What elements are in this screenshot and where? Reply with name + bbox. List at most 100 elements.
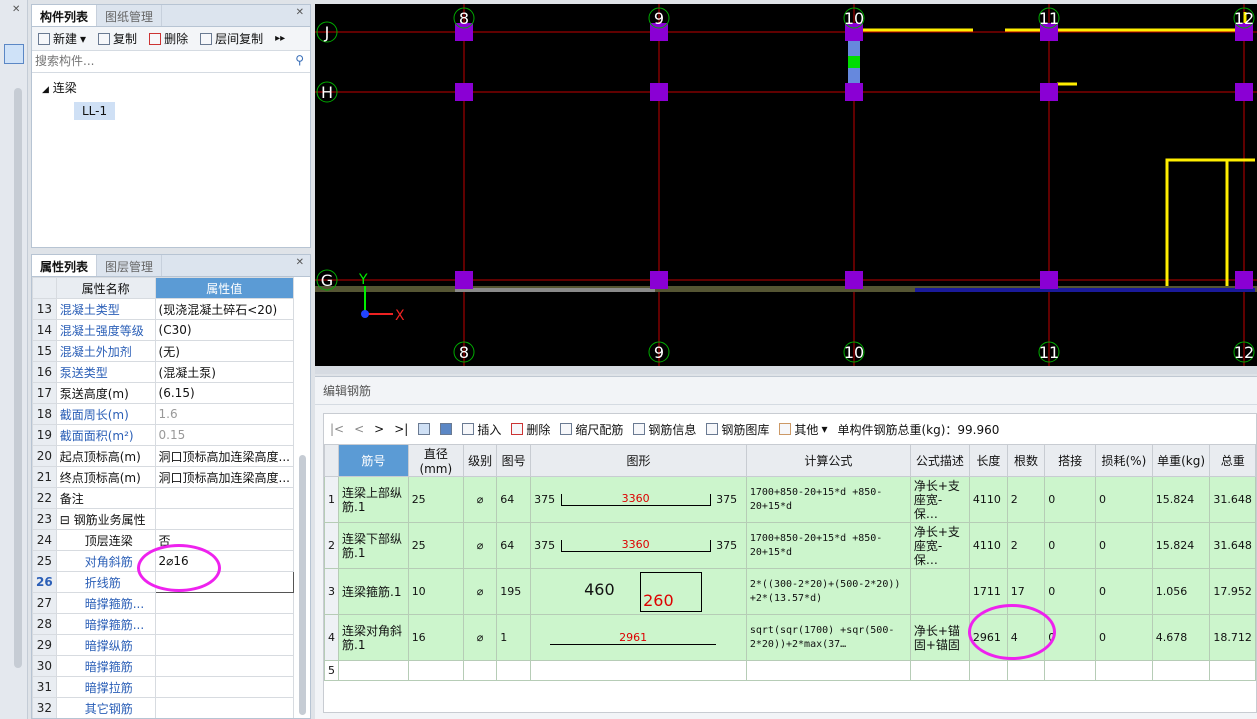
- column-header[interactable]: 根数: [1006, 444, 1046, 477]
- diameter[interactable]: 16: [407, 614, 464, 661]
- unit-weight[interactable]: [1151, 660, 1211, 681]
- property-row[interactable]: 13 混凝土类型 (现浇混凝土碎石<20): [32, 298, 295, 320]
- property-row[interactable]: 29 暗撑纵筋: [32, 634, 295, 656]
- figure-no[interactable]: 1: [496, 614, 532, 661]
- diameter[interactable]: [407, 660, 464, 681]
- column-header[interactable]: 公式描述: [909, 444, 970, 477]
- property-row[interactable]: 32 其它钢筋: [32, 697, 295, 718]
- formula-desc[interactable]: 净长+支座宽-保…: [909, 522, 970, 569]
- property-row[interactable]: 23 ⊟ 钢筋业务属性: [32, 508, 295, 530]
- left-scrollbar[interactable]: [14, 88, 22, 668]
- formula[interactable]: sqrt(sqr(1700) +sqr(500-2*20))+2*max(37…: [745, 614, 911, 661]
- search-icon[interactable]: ⚲: [295, 53, 304, 67]
- loss[interactable]: 0: [1094, 568, 1153, 615]
- formula-desc[interactable]: 净长+锚固+锚固: [909, 614, 970, 661]
- copy-button[interactable]: 复制: [98, 30, 137, 47]
- total-weight-cell[interactable]: 17.952: [1209, 568, 1256, 615]
- scale-rebar-button[interactable]: 缩尺配筋: [560, 421, 623, 438]
- property-value[interactable]: [154, 613, 295, 635]
- delete-button[interactable]: 删除: [149, 30, 188, 47]
- tab-layer-management[interactable]: 图层管理: [97, 255, 163, 276]
- total-weight-cell[interactable]: 31.648: [1209, 522, 1256, 569]
- lap[interactable]: [1044, 660, 1096, 681]
- column-header[interactable]: 长度: [968, 444, 1008, 477]
- nav-prev-icon[interactable]: <: [354, 422, 364, 436]
- column-header[interactable]: 筋号: [338, 444, 409, 477]
- unit-weight[interactable]: 1.056: [1151, 568, 1211, 615]
- loss[interactable]: 0: [1094, 614, 1153, 661]
- count[interactable]: 2: [1006, 476, 1046, 523]
- diameter[interactable]: 25: [407, 522, 464, 569]
- rebar-delete-button[interactable]: 删除: [511, 421, 550, 438]
- nav-first-icon[interactable]: |<: [330, 422, 344, 436]
- grade[interactable]: [462, 660, 498, 681]
- count[interactable]: [1006, 660, 1046, 681]
- property-value[interactable]: (混凝土泵): [154, 361, 295, 383]
- tab-drawing-management[interactable]: 图纸管理: [97, 5, 163, 26]
- property-row[interactable]: 20 起点顶标高(m) 洞口顶标高加连梁高度...: [32, 445, 295, 467]
- property-value[interactable]: [154, 655, 295, 677]
- property-row[interactable]: 27 暗撑箍筋...: [32, 592, 295, 614]
- tree-node-ll1[interactable]: LL-1: [74, 102, 116, 120]
- lap[interactable]: 0: [1044, 568, 1096, 615]
- property-row[interactable]: 30 暗撑箍筋: [32, 655, 295, 677]
- unit-weight[interactable]: 15.824: [1151, 522, 1211, 569]
- property-value[interactable]: [154, 508, 295, 530]
- property-value[interactable]: [154, 487, 295, 509]
- rebar-info-button[interactable]: 钢筋信息: [633, 421, 696, 438]
- property-value[interactable]: 洞口顶标高加连梁高度...: [154, 445, 295, 467]
- close-icon[interactable]: ✕: [12, 4, 20, 15]
- rebar-name[interactable]: [338, 660, 409, 681]
- unit-weight[interactable]: 15.824: [1151, 476, 1211, 523]
- property-row[interactable]: 15 混凝土外加剂 (无): [32, 340, 295, 362]
- loss[interactable]: 0: [1094, 522, 1153, 569]
- splitter[interactable]: [315, 366, 1257, 374]
- new-button[interactable]: 新建 ▾: [38, 30, 86, 47]
- length[interactable]: 4110: [968, 522, 1008, 569]
- rebar-library-button[interactable]: 钢筋图库: [706, 421, 769, 438]
- property-row[interactable]: 28 暗撑箍筋...: [32, 613, 295, 635]
- property-value[interactable]: [154, 697, 295, 718]
- loss[interactable]: 0: [1094, 476, 1153, 523]
- move-down-icon[interactable]: [440, 423, 453, 435]
- column-header[interactable]: 图号: [496, 444, 532, 477]
- diameter[interactable]: 25: [407, 476, 464, 523]
- rebar-row[interactable]: 1 连梁上部纵筋.1 25 ⌀ 64 375 3360 375 1700+850-20+15…: [324, 476, 1256, 523]
- property-row[interactable]: 16 泵送类型 (混凝土泵): [32, 361, 295, 383]
- insert-button[interactable]: 插入: [462, 421, 501, 438]
- column-header[interactable]: 直径(mm): [407, 444, 464, 477]
- total-weight-cell[interactable]: 31.648: [1209, 476, 1256, 523]
- diameter[interactable]: 10: [407, 568, 464, 615]
- grade[interactable]: ⌀: [462, 614, 498, 661]
- column-header[interactable]: 搭接: [1044, 444, 1096, 477]
- cad-drawing[interactable]: 8 8 9 9 10 10 11 11 12 12 J H G X Y: [315, 4, 1257, 366]
- column-header[interactable]: 单重(kg): [1151, 444, 1211, 477]
- total-weight-cell[interactable]: 18.712: [1209, 614, 1256, 661]
- property-value[interactable]: 洞口顶标高加连梁高度...: [154, 466, 295, 488]
- loss[interactable]: [1094, 660, 1153, 681]
- more-icon[interactable]: ▸▸: [275, 33, 285, 44]
- property-value[interactable]: [154, 676, 295, 698]
- rebar-name[interactable]: 连梁下部纵筋.1: [338, 522, 409, 569]
- property-scrollbar[interactable]: [299, 455, 306, 715]
- shape-cell[interactable]: 2961: [530, 614, 747, 661]
- column-header[interactable]: 损耗(%): [1094, 444, 1153, 477]
- nav-last-icon[interactable]: >|: [394, 422, 408, 436]
- close-icon[interactable]: ✕: [296, 257, 304, 268]
- column-header[interactable]: 图形: [530, 444, 747, 477]
- tab-component-list[interactable]: 构件列表: [32, 5, 98, 26]
- rebar-name[interactable]: 连梁对角斜筋.1: [338, 614, 409, 661]
- nav-next-icon[interactable]: >: [374, 422, 384, 436]
- property-value[interactable]: (C30): [154, 319, 295, 341]
- property-row[interactable]: 18 截面周长(m) 1.6: [32, 403, 295, 425]
- cad-canvas[interactable]: 8 8 9 9 10 10 11 11 12 12 J H G X Y: [315, 4, 1257, 366]
- property-value[interactable]: (现浇混凝土碎石<20): [154, 298, 295, 320]
- formula-desc[interactable]: [909, 568, 970, 615]
- figure-no[interactable]: 195: [496, 568, 532, 615]
- shape-cell[interactable]: 375 3360 375: [530, 476, 747, 523]
- property-row[interactable]: 19 截面面积(m²) 0.15: [32, 424, 295, 446]
- search-input[interactable]: [32, 51, 282, 71]
- rebar-row[interactable]: 3 连梁箍筋.1 10 ⌀ 195 460 260 2*((300-2*20)+(500-2…: [324, 568, 1256, 615]
- property-value[interactable]: (6.15): [154, 382, 295, 404]
- formula-desc[interactable]: 净长+支座宽-保…: [909, 476, 970, 523]
